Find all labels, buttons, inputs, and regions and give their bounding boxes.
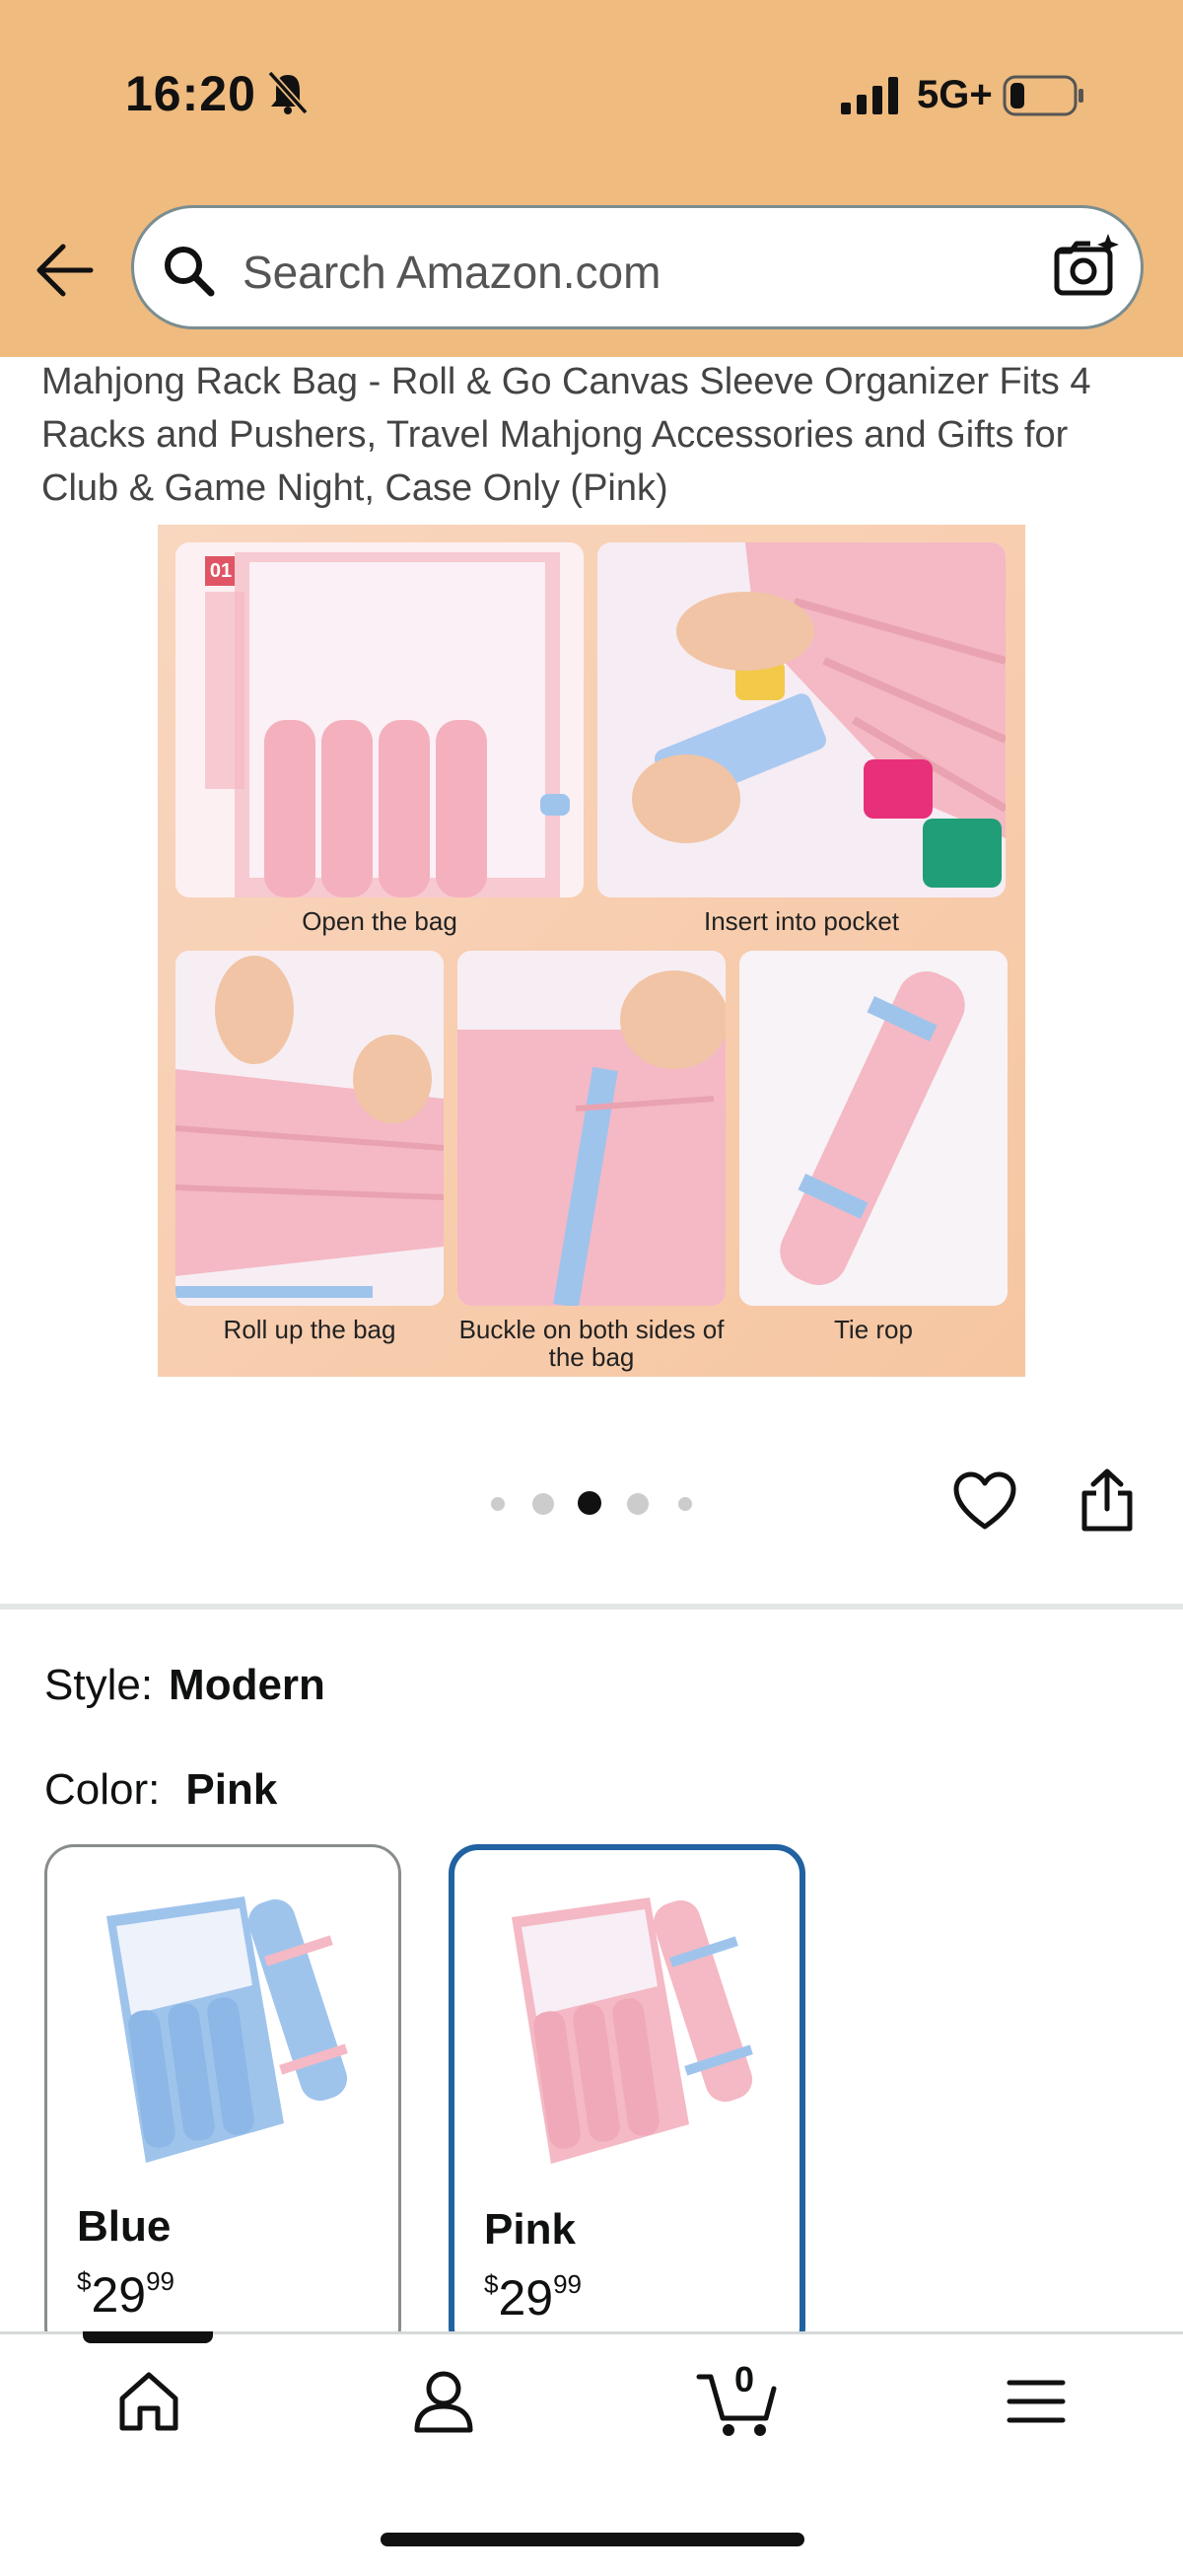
price-fraction: 99	[553, 2269, 583, 2299]
product-title: Mahjong Rack Bag - Roll & Go Canvas Slee…	[41, 361, 1091, 509]
open-bag-illustration	[205, 552, 570, 897]
product-image[interactable]: 01 Open the bag 02	[158, 525, 1025, 1377]
price-currency: $	[484, 2269, 499, 2299]
share-icon[interactable]	[1079, 1467, 1136, 1533]
price-whole: 29	[91, 2267, 147, 2323]
battery-icon	[1003, 75, 1083, 116]
style-selector-label: Style: Modern	[44, 1661, 325, 1710]
color-value: Pink	[185, 1765, 278, 1814]
step-caption: Tie rop	[834, 1315, 913, 1344]
step-caption: Buckle on both sides of the bag	[458, 1315, 725, 1372]
option-name: Pink	[484, 2205, 576, 2254]
camera-lens-icon[interactable]	[1051, 234, 1120, 299]
step-caption: Insert into pocket	[704, 906, 899, 936]
pagination-dot[interactable]	[532, 1493, 554, 1515]
pagination-dot[interactable]	[627, 1493, 649, 1515]
color-option-pink[interactable]: Pink $2999	[449, 1844, 805, 2357]
blue-bag-thumbnail	[106, 1896, 348, 2163]
pagination-dot-active[interactable]	[578, 1491, 601, 1515]
home-icon[interactable]	[114, 2367, 183, 2436]
price-currency: $	[77, 2266, 92, 2296]
roll-bag-illustration	[175, 951, 444, 1306]
cellular-signal-icon	[841, 77, 898, 114]
color-selector-label: Color: Pink	[44, 1765, 277, 1815]
account-icon[interactable]	[409, 2367, 478, 2436]
step-caption: Open the bag	[302, 906, 457, 936]
home-indicator	[381, 2533, 804, 2546]
color-label: Color:	[44, 1765, 161, 1814]
network-type: 5G+	[917, 73, 993, 116]
buckle-illustration	[457, 951, 726, 1306]
status-time: 16:20	[125, 66, 256, 121]
section-divider	[0, 1604, 1183, 1610]
step-caption: Roll up the bag	[223, 1315, 396, 1344]
search-icon	[165, 247, 215, 297]
option-price: $2999	[77, 2266, 174, 2324]
heart-icon[interactable]	[952, 1471, 1017, 1533]
search-input[interactable]: Search Amazon.com	[243, 246, 661, 299]
step-panel-1: 01	[175, 542, 584, 897]
style-value: Modern	[169, 1661, 325, 1709]
color-option-blue[interactable]: Blue $2999	[44, 1844, 401, 2357]
price-fraction: 99	[146, 2266, 175, 2296]
step-panel-3: 03	[175, 951, 444, 1306]
option-name: Blue	[77, 2202, 172, 2251]
search-bar[interactable]: Search Amazon.com	[131, 205, 1144, 329]
image-pagination-dots[interactable]	[483, 1489, 720, 1515]
tied-roll-illustration	[739, 951, 1008, 1306]
bell-muted-icon	[267, 70, 309, 115]
price-whole: 29	[498, 2270, 554, 2326]
step-panel-2: 02	[597, 542, 1006, 897]
active-tab-indicator	[83, 2331, 213, 2343]
back-arrow-icon[interactable]	[34, 241, 95, 300]
cart-count: 0	[734, 2359, 755, 2399]
step-panel-4: 04	[457, 951, 726, 1306]
insert-pocket-illustration	[597, 542, 1006, 897]
option-price: $2999	[484, 2269, 582, 2326]
style-label: Style:	[44, 1661, 154, 1709]
pink-bag-thumbnail	[512, 1897, 753, 2164]
menu-icon[interactable]	[1004, 2367, 1069, 2436]
pagination-dot[interactable]	[678, 1497, 692, 1511]
pagination-dot[interactable]	[491, 1497, 505, 1511]
app-header: 16:20 5G+ Search Amazon.com	[0, 0, 1183, 357]
step-panel-5: 05	[739, 951, 1008, 1306]
